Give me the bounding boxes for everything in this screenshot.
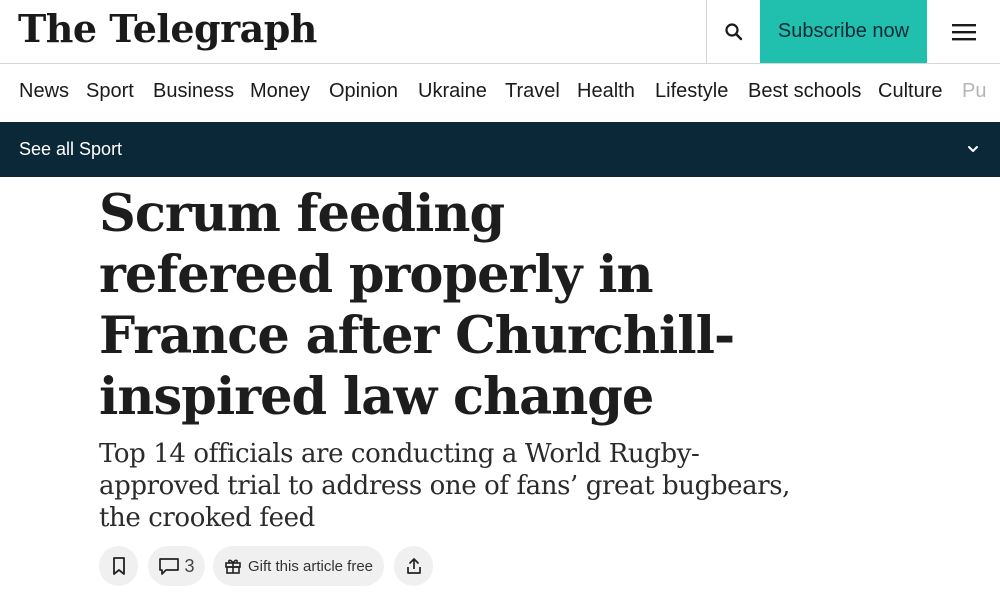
search-button[interactable] (706, 0, 760, 63)
see-all-sport-label: See all Sport (19, 139, 123, 159)
nav-item-opinion[interactable]: Opinion (329, 78, 398, 104)
hamburger-menu-icon (951, 23, 976, 40)
nav-item-ukraine[interactable]: Ukraine (418, 78, 487, 104)
bookmark-button[interactable] (99, 546, 138, 586)
nav-item-money[interactable]: Money (250, 78, 310, 104)
subscribe-button[interactable]: Subscribe now (760, 0, 927, 63)
telegraph-logo[interactable]: The Telegraph (18, 6, 317, 52)
chevron-down-icon (968, 146, 978, 152)
comment-count: 3 (184, 555, 195, 576)
nav-item-sport[interactable]: Sport (86, 78, 134, 104)
nav-item-health[interactable]: Health (577, 78, 635, 104)
nav-item-best-schools[interactable]: Best schools (748, 78, 861, 104)
gift-icon (225, 559, 241, 574)
main-nav: News Sport Business Money Opinion Ukrain… (0, 64, 1000, 121)
menu-button[interactable] (927, 0, 1000, 63)
gift-article-label: Gift this article free (247, 557, 374, 575)
site-header: The Telegraph Subscribe now (0, 0, 1000, 64)
nav-item-lifestyle[interactable]: Lifestyle (655, 78, 728, 104)
article-headline: Scrum feeding refereed properly in Franc… (99, 184, 735, 427)
search-icon (724, 22, 742, 40)
nav-item-news[interactable]: News (19, 78, 69, 104)
article-standfirst: Top 14 officials are conducting a World … (99, 439, 791, 533)
section-bar[interactable]: See all Sport (0, 122, 1000, 177)
comment-icon (159, 558, 180, 575)
comments-button[interactable]: 3 (148, 546, 205, 586)
gift-article-button[interactable]: Gift this article free (213, 546, 384, 586)
bookmark-icon (112, 557, 125, 575)
nav-item-truncated[interactable]: Pu (962, 78, 986, 104)
nav-item-travel[interactable]: Travel (505, 78, 560, 104)
nav-item-business[interactable]: Business (153, 78, 234, 104)
share-button[interactable] (394, 546, 433, 586)
share-icon (406, 558, 421, 574)
nav-item-culture[interactable]: Culture (878, 78, 942, 104)
